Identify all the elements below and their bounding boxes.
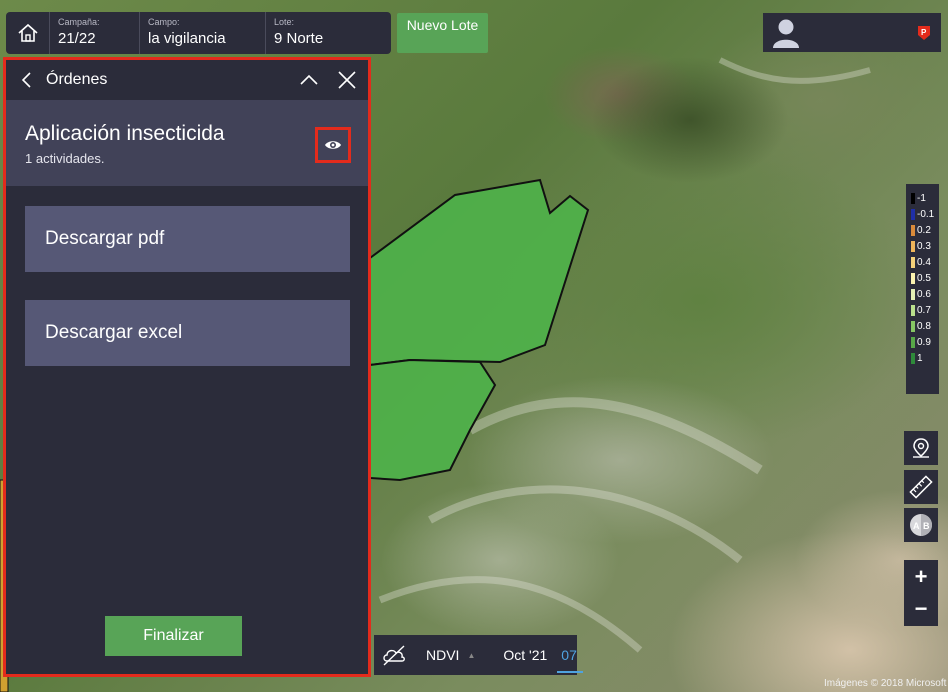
chevron-up-icon[interactable] (298, 70, 320, 90)
svg-text:A: A (913, 521, 920, 531)
legend-item: 0.5 (906, 270, 939, 286)
legend-swatch (911, 208, 915, 220)
view-order-button[interactable] (315, 127, 351, 163)
legend-swatch (911, 240, 915, 252)
context-bar: Campaña: 21/22 Campo: la vigilancia Lote… (6, 12, 391, 54)
finish-button[interactable]: Finalizar (105, 616, 242, 656)
svg-text:B: B (923, 521, 930, 531)
home-button[interactable] (6, 12, 50, 54)
lot-label: Lote: (274, 17, 295, 27)
lot-value: 9 Norte (274, 30, 324, 47)
legend-item: -0.1 (906, 206, 939, 222)
legend-value: 0.2 (917, 224, 931, 236)
date-selector[interactable]: Oct '21 (503, 647, 547, 663)
location-pin-icon (913, 438, 929, 458)
legend-item: 1 (906, 350, 939, 366)
legend-value: -0.1 (917, 208, 935, 220)
legend-value: 1 (917, 352, 923, 364)
order-info: Aplicación insecticida 1 actividades. (6, 100, 368, 186)
legend-swatch (911, 256, 915, 268)
legend-item: 0.2 (906, 222, 939, 238)
zoom-in-button[interactable]: + (904, 560, 938, 594)
legend-swatch (911, 272, 915, 284)
location-button[interactable] (904, 431, 938, 465)
legend-value: 0.8 (917, 320, 931, 332)
download-excel-button[interactable]: Descargar excel (25, 300, 350, 366)
ndvi-legend: -1 -0.1 0.2 0.3 0.4 0.5 0.6 0.7 0.8 0.9 1 (906, 184, 939, 394)
cloud-off-icon (383, 645, 405, 666)
measure-button[interactable] (904, 470, 938, 504)
map-credits: Imágenes © 2018 Microsoft (824, 678, 947, 689)
legend-swatch (911, 224, 915, 236)
minus-icon: − (914, 596, 928, 621)
campaign-value: 21/22 (58, 30, 96, 47)
brand-badge-icon: P (918, 26, 930, 40)
ruler-icon (909, 475, 933, 499)
zoom-out-button[interactable]: − (904, 592, 938, 626)
legend-value: 0.7 (917, 304, 931, 316)
legend-item: 0.4 (906, 254, 939, 270)
legend-item: 0.7 (906, 302, 939, 318)
lot-selector[interactable]: Lote: 9 Norte (266, 12, 391, 54)
panel-header: Órdenes (6, 60, 368, 100)
legend-swatch (911, 304, 915, 316)
caret-up-icon[interactable]: ▲ (467, 651, 475, 660)
legend-swatch (911, 288, 915, 300)
plus-icon: + (914, 564, 928, 589)
legend-item: -1 (906, 190, 939, 206)
eye-icon (325, 141, 341, 149)
day-selector[interactable]: 07 (557, 647, 583, 673)
panel-title: Órdenes (46, 71, 108, 88)
field-polygon-main[interactable] (369, 178, 590, 367)
download-pdf-button[interactable]: Descargar pdf (25, 206, 350, 272)
legend-swatch (911, 352, 915, 364)
legend-value: 0.3 (917, 240, 931, 252)
field-selector[interactable]: Campo: la vigilancia (140, 12, 266, 54)
home-icon (17, 23, 38, 42)
legend-value: 0.5 (917, 272, 931, 284)
chevron-left-icon[interactable] (16, 70, 38, 90)
cloud-toggle-button[interactable] (374, 644, 414, 666)
legend-swatch (911, 192, 915, 204)
legend-item: 0.9 (906, 334, 939, 350)
layer-selector[interactable]: NDVI (426, 647, 459, 663)
field-value: la vigilancia (148, 30, 226, 47)
order-name: Aplicación insecticida (25, 122, 225, 145)
campaign-selector[interactable]: Campaña: 21/22 (50, 12, 140, 54)
legend-value: 0.6 (917, 288, 931, 300)
orders-panel: Órdenes Aplicación insecticida 1 activid… (3, 57, 371, 677)
campaign-label: Campaña: (58, 17, 100, 27)
field-label: Campo: (148, 17, 180, 27)
layer-date-bar: NDVI ▲ Oct '21 07 (374, 635, 583, 675)
legend-item: 0.3 (906, 238, 939, 254)
legend-value: 0.9 (917, 336, 931, 348)
legend-item: 0.8 (906, 318, 939, 334)
legend-value: 0.4 (917, 256, 931, 268)
compare-button[interactable]: A B (904, 508, 938, 542)
legend-swatch (911, 320, 915, 332)
close-icon[interactable] (336, 70, 358, 90)
legend-item: 0.6 (906, 286, 939, 302)
legend-value: -1 (917, 192, 926, 204)
field-polygon-south[interactable] (369, 358, 497, 482)
user-avatar-icon (773, 19, 799, 48)
ab-compare-icon: A B (910, 514, 932, 536)
user-menu[interactable]: P (763, 13, 941, 52)
activity-count: 1 actividades. (25, 151, 105, 166)
legend-swatch (911, 336, 915, 348)
svg-text:P: P (921, 28, 927, 37)
new-lot-button[interactable]: Nuevo Lote (397, 13, 488, 53)
